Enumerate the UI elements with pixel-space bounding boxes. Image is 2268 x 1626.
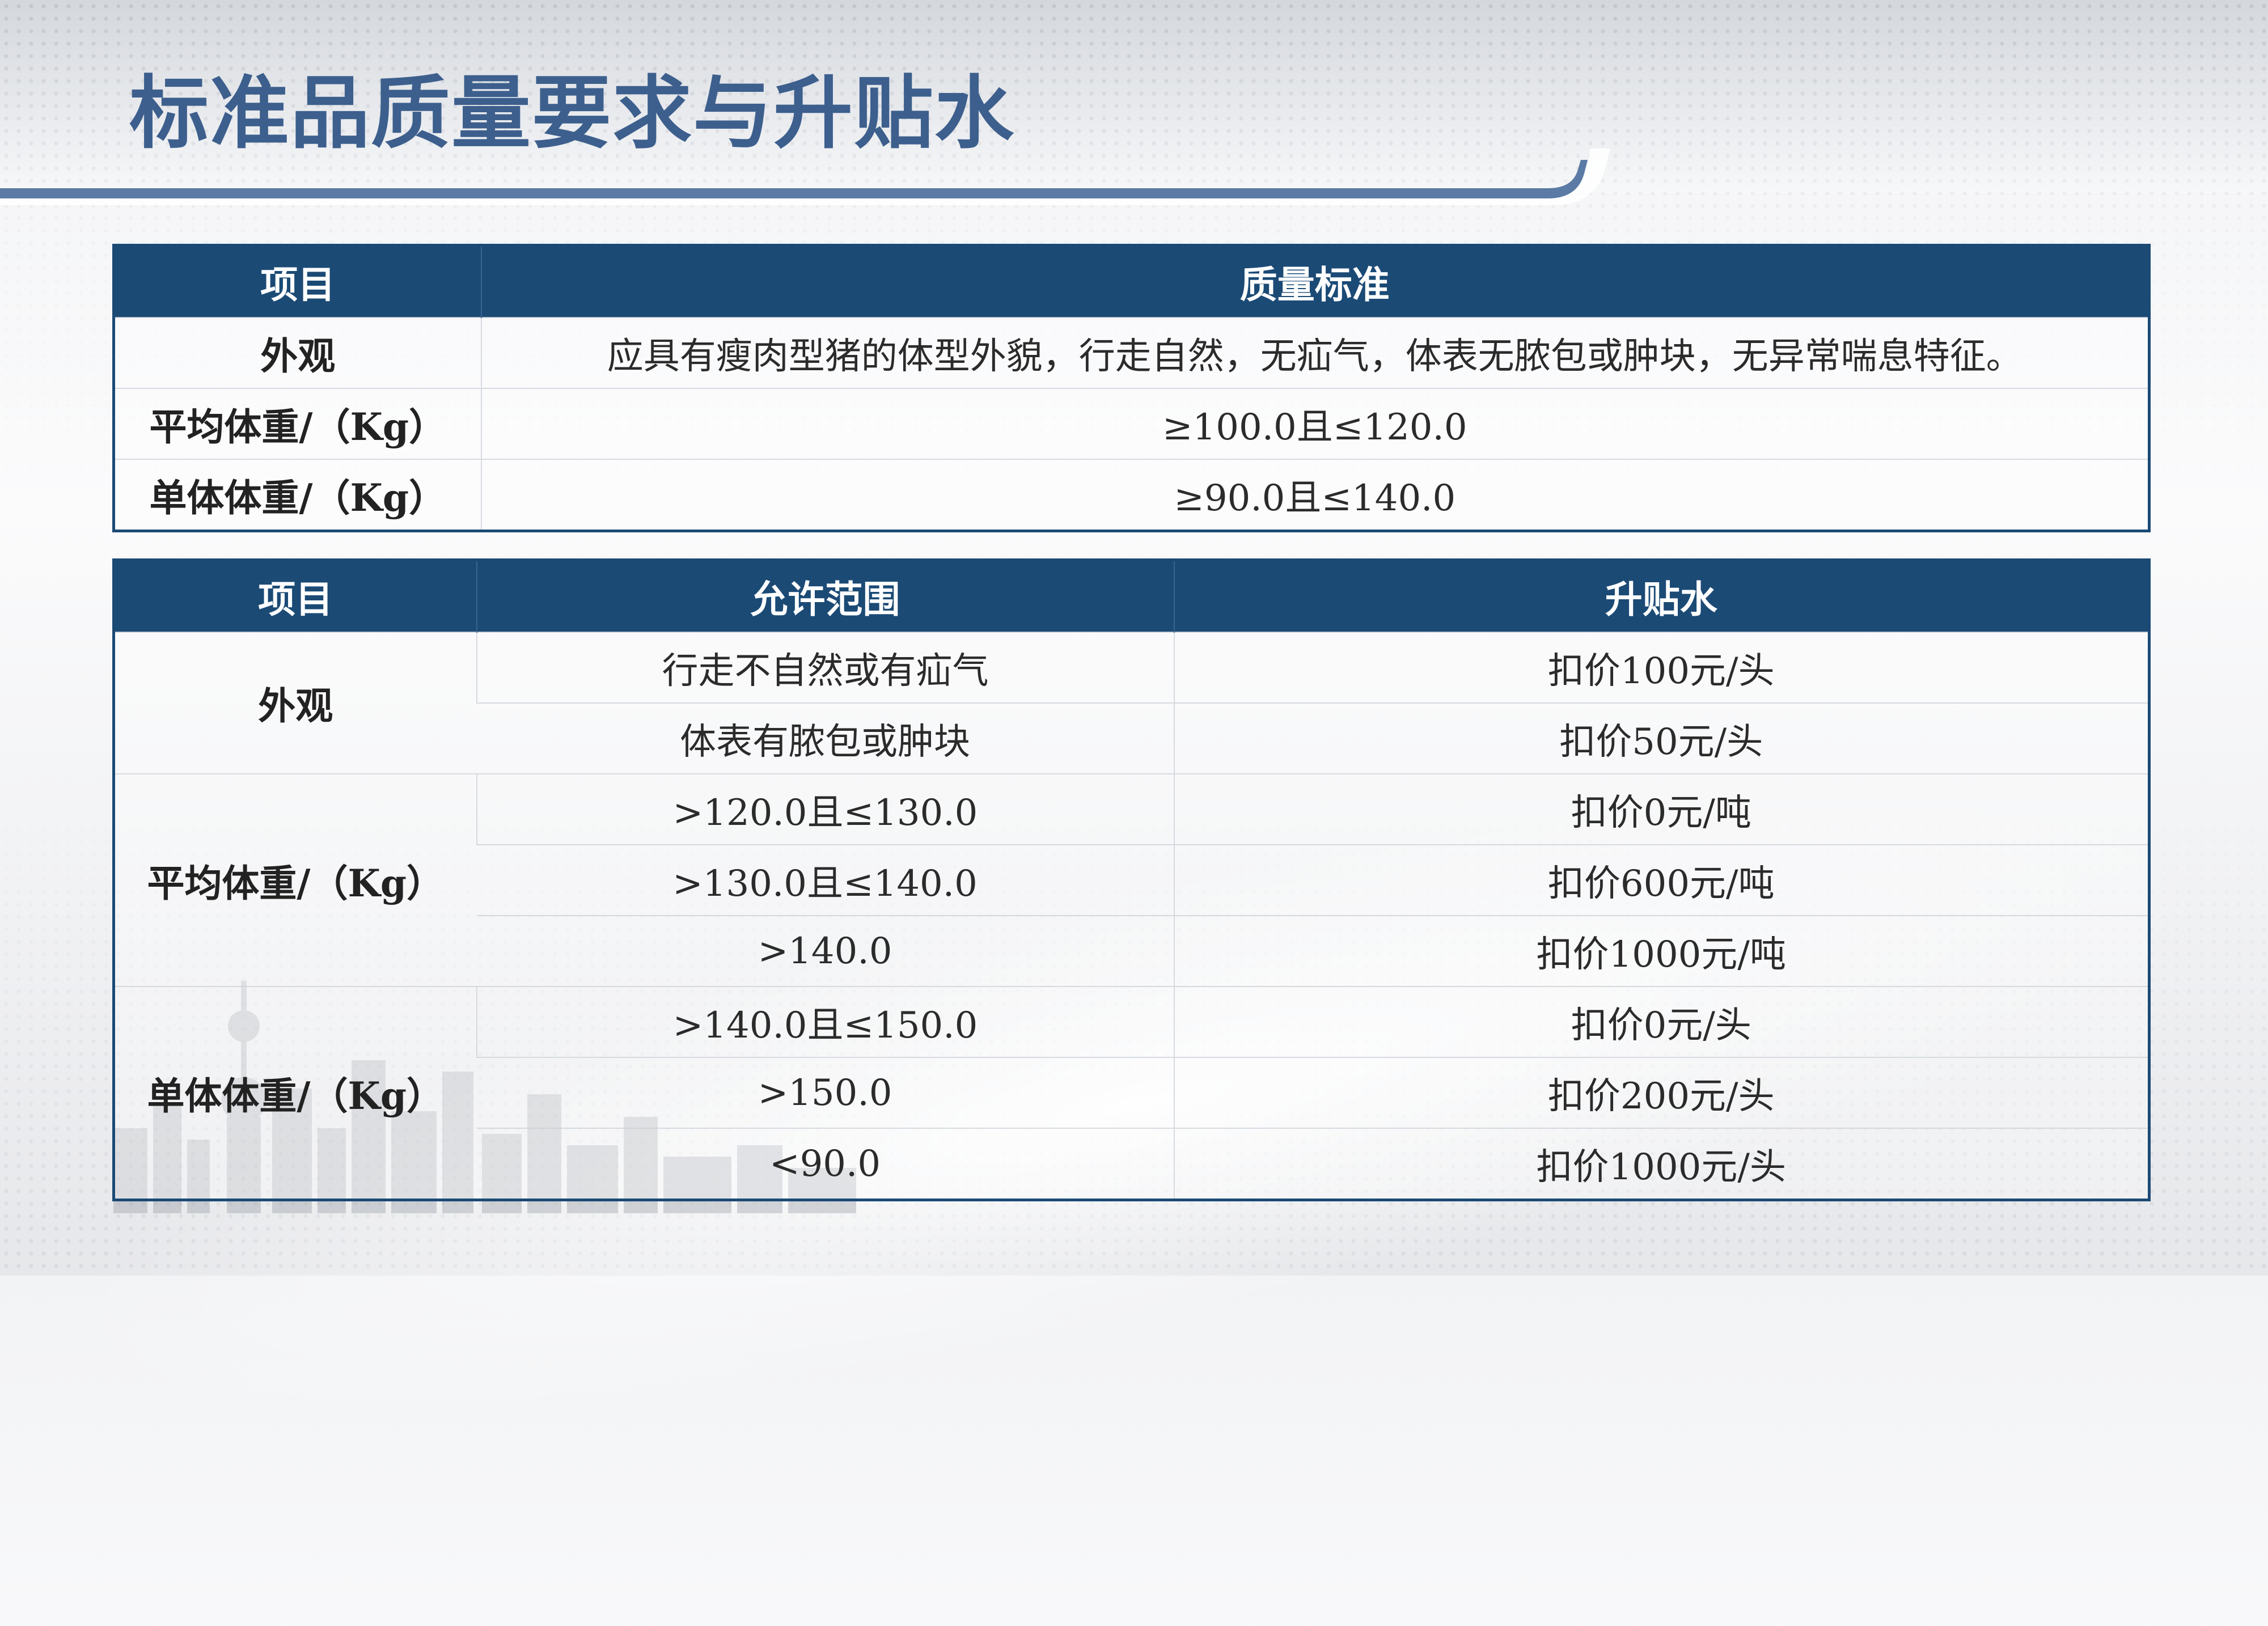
table-row: 单体体重/（Kg） >140.0且≤150.0 扣价0元/头 — [113, 986, 2149, 1200]
adjustment-cell: 扣价0元/头 — [1173, 986, 2149, 1057]
table-header-row: 项目 允许范围 升贴水 — [113, 560, 2149, 632]
adjustment-cell: 扣价200元/头 — [1173, 1057, 2149, 1128]
adjustment-cell: 扣价1000元/吨 — [1173, 915, 2149, 986]
standard-average-weight: ≥100.0且≤120.0 — [480, 388, 2149, 459]
row-item-single-weight: 单体体重/（Kg） — [113, 459, 481, 531]
range-cell: >150.0 — [476, 1057, 1174, 1128]
adjustment-cell: 扣价0元/吨 — [1173, 773, 2149, 845]
table-row: 外观 行走不自然或有疝气 扣价100元/头 — [113, 632, 2149, 774]
group-item-average-weight: 平均体重/（Kg） — [113, 773, 477, 986]
page-title: 标准品质量要求与升贴水 — [129, 67, 1015, 160]
column-header-item: 项目 — [113, 245, 481, 317]
table-row: 平均体重/（Kg） >120.0且≤130.0 扣价0元/吨 — [113, 773, 2149, 986]
row-item-average-weight: 平均体重/（Kg） — [113, 388, 481, 459]
column-header-item: 项目 — [113, 560, 477, 632]
adjustment-cell: 扣价50元/头 — [1173, 702, 2149, 774]
table-row: 外观 应具有瘦肉型猪的体型外貌，行走自然，无疝气，体表无脓包或肿块，无异常喘息特… — [113, 317, 2149, 388]
standard-appearance: 应具有瘦肉型猪的体型外貌，行走自然，无疝气，体表无脓包或肿块，无异常喘息特征。 — [480, 317, 2149, 388]
column-header-adjustment: 升贴水 — [1173, 560, 2149, 632]
standard-single-weight: ≥90.0且≤140.0 — [480, 459, 2149, 531]
table-header-row: 项目 质量标准 — [113, 245, 2149, 317]
quality-standard-table: 项目 质量标准 外观 应具有瘦肉型猪的体型外貌，行走自然，无疝气，体表无脓包或肿… — [112, 244, 2151, 532]
range-cell: >140.0 — [476, 915, 1174, 986]
premium-discount-table: 项目 允许范围 升贴水 外观 行走不自然或有疝气 扣价100元/头 体表有脓包或… — [112, 558, 2151, 1201]
row-item-appearance: 外观 — [113, 317, 481, 388]
column-header-range: 允许范围 — [476, 560, 1174, 632]
range-cell: >130.0且≤140.0 — [476, 844, 1174, 916]
group-item-appearance: 外观 — [113, 632, 477, 774]
range-cell: 行走不自然或有疝气 — [476, 632, 1174, 703]
adjustment-cell: 扣价600元/吨 — [1173, 844, 2149, 916]
column-header-standard: 质量标准 — [480, 245, 2149, 317]
adjustment-cell: 扣价1000元/头 — [1173, 1128, 2149, 1200]
range-cell: >120.0且≤130.0 — [476, 773, 1174, 845]
table-row: 单体体重/（Kg） ≥90.0且≤140.0 — [113, 459, 2149, 531]
range-cell: >140.0且≤150.0 — [476, 986, 1174, 1057]
adjustment-cell: 扣价100元/头 — [1173, 632, 2149, 703]
range-cell: <90.0 — [476, 1128, 1174, 1200]
group-item-single-weight: 单体体重/（Kg） — [113, 986, 477, 1200]
table-row: 平均体重/（Kg） ≥100.0且≤120.0 — [113, 388, 2149, 459]
range-cell: 体表有脓包或肿块 — [476, 702, 1174, 774]
